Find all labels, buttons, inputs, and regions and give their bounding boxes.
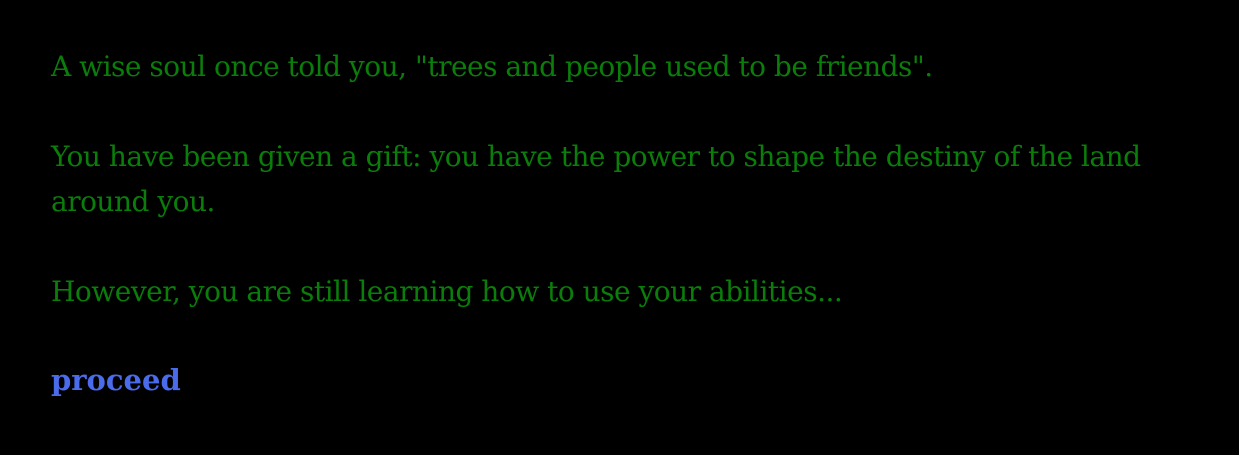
story-paragraph-wise-soul: A wise soul once told you, "trees and pe…	[51, 50, 933, 83]
story-panel: A wise soul once told you, "trees and pe…	[0, 0, 1239, 455]
proceed-link[interactable]: proceed	[51, 358, 181, 403]
story-paragraph-gift: You have been given a gift: you have the…	[51, 140, 1141, 218]
story-paragraph-learning: However, you are still learning how to u…	[51, 275, 843, 308]
